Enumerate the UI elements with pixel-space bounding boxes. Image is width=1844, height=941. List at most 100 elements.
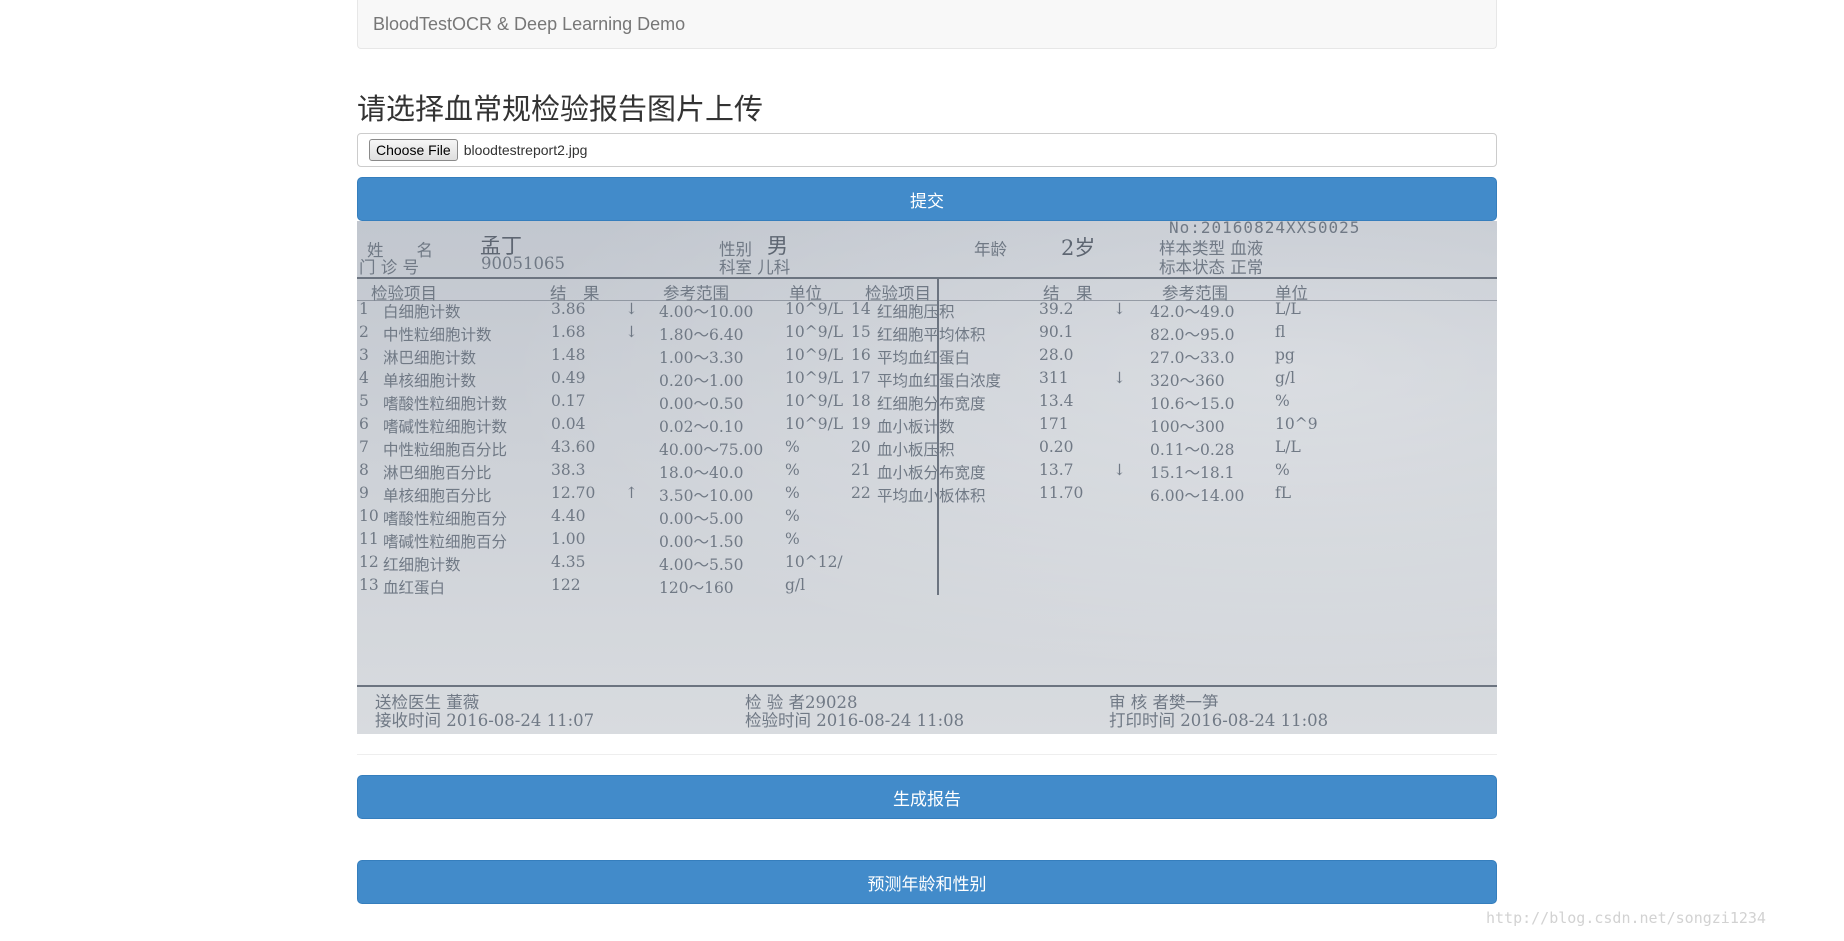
generate-report-button[interactable]: 生成报告 [357, 775, 1497, 819]
result-range: 27.0～33.0 [1150, 349, 1235, 367]
result-value: 3.86 [551, 300, 586, 318]
result-unit: 10^9/L [785, 369, 844, 387]
choose-file-button[interactable]: Choose File [369, 139, 458, 161]
result-value: 11.70 [1039, 484, 1084, 502]
result-no: 14 [851, 300, 871, 318]
result-name: 平均血红蛋白浓度 [877, 372, 1002, 390]
result-value: 4.35 [551, 553, 586, 571]
result-unit: % [785, 530, 800, 548]
result-value: 38.3 [551, 461, 586, 479]
navbar: BloodTestOCR & Deep Learning Demo [357, 0, 1497, 49]
result-unit: L/L [1275, 438, 1301, 456]
result-range: 1.80～6.40 [659, 326, 744, 344]
clinic-label: 门 诊 号 [359, 258, 419, 277]
result-value: 13.7 [1039, 461, 1074, 479]
result-flag: ↓ [625, 300, 638, 318]
result-name: 血小板计数 [877, 418, 955, 436]
result-name: 血小板分布宽度 [877, 464, 986, 482]
result-name: 红细胞计数 [383, 556, 461, 574]
result-no: 4 [359, 369, 369, 387]
result-range: 40.00～75.00 [659, 441, 764, 459]
result-unit: % [785, 438, 800, 456]
result-no: 5 [359, 392, 369, 410]
footer-printed: 打印时间 2016-08-24 11:08 [1109, 711, 1329, 730]
result-no: 9 [359, 484, 369, 502]
result-value: 4.40 [551, 507, 586, 525]
result-name: 白细胞计数 [383, 303, 461, 321]
result-no: 18 [851, 392, 871, 410]
result-value: 12.70 [551, 484, 596, 502]
result-name: 淋巴细胞百分比 [383, 464, 492, 482]
result-value: 0.20 [1039, 438, 1074, 456]
result-name: 单核细胞计数 [383, 372, 477, 390]
result-no: 20 [851, 438, 871, 456]
result-range: 82.0～95.0 [1150, 326, 1235, 344]
result-unit: g/l [1275, 369, 1296, 387]
result-no: 13 [359, 576, 379, 594]
predict-age-gender-button[interactable]: 预测年龄和性别 [357, 860, 1497, 904]
result-range: 100～300 [1150, 418, 1225, 436]
result-name: 中性粒细胞计数 [383, 326, 492, 344]
result-no: 21 [851, 461, 871, 479]
result-unit: L/L [1275, 300, 1301, 318]
result-no: 16 [851, 346, 871, 364]
result-range: 0.11～0.28 [1150, 441, 1235, 459]
result-name: 红细胞压积 [877, 303, 955, 321]
result-no: 15 [851, 323, 871, 341]
result-no: 2 [359, 323, 369, 341]
result-name: 嗜碱性粒细胞计数 [383, 418, 508, 436]
result-name: 平均血小板体积 [877, 487, 986, 505]
result-value: 0.17 [551, 392, 586, 410]
patient-age: 2岁 [1061, 236, 1096, 260]
result-no: 1 [359, 300, 369, 318]
result-unit: 10^9/L [785, 392, 844, 410]
sample-status: 标本状态 正常 [1159, 258, 1264, 277]
result-value: 13.4 [1039, 392, 1074, 410]
result-no: 12 [359, 553, 379, 571]
result-value: 1.00 [551, 530, 586, 548]
submit-button[interactable]: 提交 [357, 177, 1497, 221]
result-name: 嗜酸性粒细胞计数 [383, 395, 508, 413]
result-no: 17 [851, 369, 871, 387]
footer-received: 接收时间 2016-08-24 11:07 [375, 711, 595, 730]
result-range: 4.00～5.50 [659, 556, 744, 574]
watermark: http://blog.csdn.net/songzi1234 [1486, 909, 1766, 927]
result-range: 120～160 [659, 579, 734, 597]
result-no: 6 [359, 415, 369, 433]
result-range: 0.20～1.00 [659, 372, 744, 390]
clinic-number: 90051065 [481, 254, 565, 273]
result-value: 0.04 [551, 415, 586, 433]
result-range: 0.00～5.00 [659, 510, 744, 528]
result-name: 嗜酸性粒细胞百分 [383, 510, 508, 528]
result-value: 311 [1039, 369, 1069, 387]
department: 科室 儿科 [719, 258, 791, 277]
header-top-rule [357, 277, 1497, 279]
main-container: BloodTestOCR & Deep Learning Demo 请选择血常规… [357, 0, 1497, 904]
result-unit: 10^9/L [785, 323, 844, 341]
file-input[interactable]: Choose File bloodtestreport2.jpg [357, 133, 1497, 167]
result-range: 4.00～10.00 [659, 303, 754, 321]
result-value: 122 [551, 576, 581, 594]
result-unit: g/l [785, 576, 806, 594]
result-range: 0.00～0.50 [659, 395, 744, 413]
navbar-brand[interactable]: BloodTestOCR & Deep Learning Demo [373, 14, 685, 35]
result-range: 1.00～3.30 [659, 349, 744, 367]
result-no: 7 [359, 438, 369, 456]
result-range: 10.6～15.0 [1150, 395, 1235, 413]
result-name: 红细胞平均体积 [877, 326, 986, 344]
footer-rule [357, 685, 1497, 687]
footer-tested: 检验时间 2016-08-24 11:08 [745, 711, 965, 730]
result-name: 红细胞分布宽度 [877, 395, 986, 413]
result-value: 1.48 [551, 346, 586, 364]
result-value: 28.0 [1039, 346, 1074, 364]
result-name: 血红蛋白 [383, 579, 446, 597]
result-range: 0.02～0.10 [659, 418, 744, 436]
result-unit: fl [1275, 323, 1286, 341]
result-no: 8 [359, 461, 369, 479]
result-range: 0.00～1.50 [659, 533, 744, 551]
result-range: 320～360 [1150, 372, 1225, 390]
result-flag: ↓ [1113, 300, 1126, 318]
result-unit: % [785, 461, 800, 479]
result-value: 90.1 [1039, 323, 1074, 341]
result-name: 嗜碱性粒细胞百分 [383, 533, 508, 551]
